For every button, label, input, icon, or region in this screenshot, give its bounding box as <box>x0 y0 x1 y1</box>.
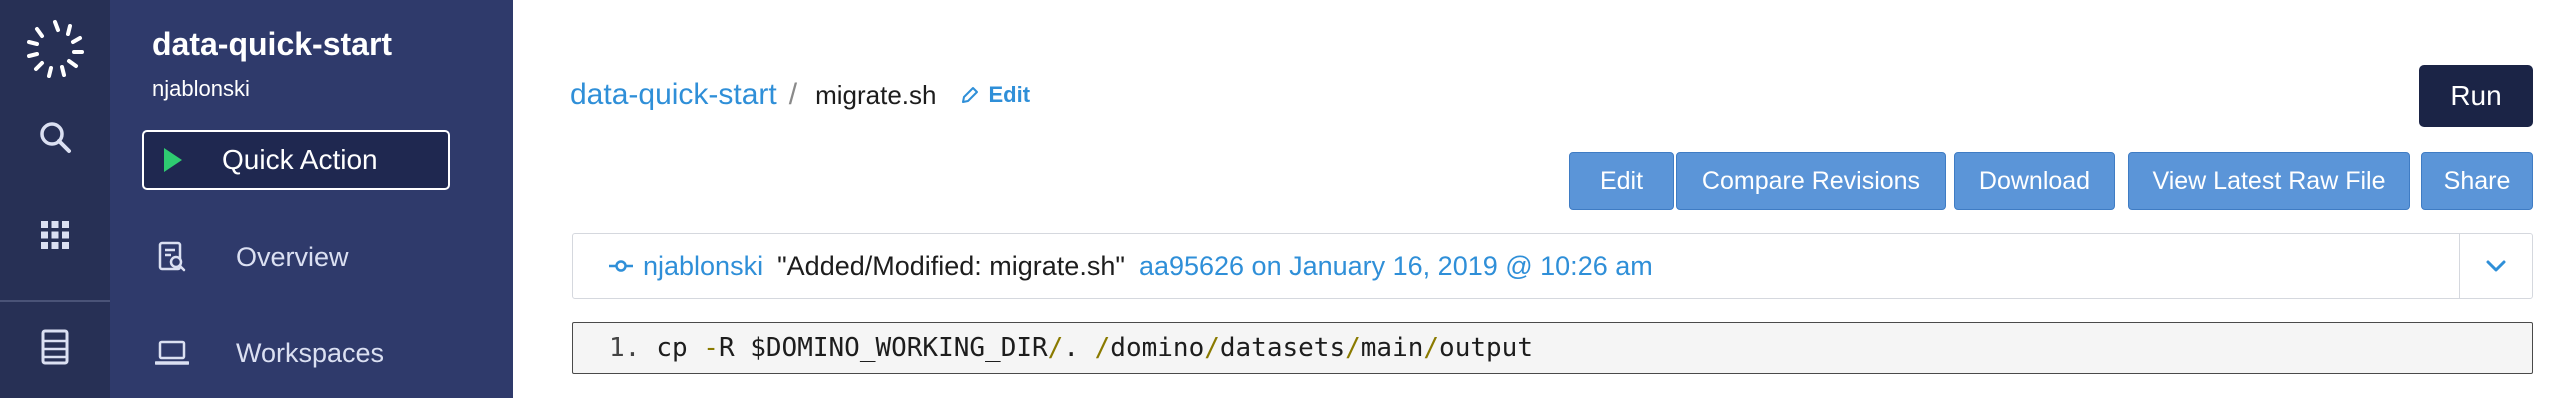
breadcrumb: data-quick-start / migrate.sh Edit <box>570 78 1030 112</box>
datasets-icon[interactable] <box>30 322 80 372</box>
code-viewer: 1. cp -R $DOMINO_WORKING_DIR/. /domino/d… <box>572 322 2533 374</box>
view-latest-raw-file-button[interactable]: View Latest Raw File <box>2128 152 2410 210</box>
project-sidebar: data-quick-start njablonski Quick Action… <box>110 0 513 398</box>
sidebar-item-label: Workspaces <box>236 337 385 368</box>
commit-icon <box>609 260 633 272</box>
edit-filename-label: Edit <box>988 82 1031 107</box>
commit-author-link[interactable]: njablonski <box>643 251 763 282</box>
project-owner: njablonski <box>152 76 250 101</box>
commit-info-bar: njablonski "Added/Modified: migrate.sh" … <box>572 233 2533 299</box>
commit-expand-toggle[interactable] <box>2459 234 2532 298</box>
edit-button[interactable]: Edit <box>1569 152 1674 210</box>
code-line: cp -R $DOMINO_WORKING_DIR/. /domino/data… <box>656 333 1533 363</box>
quick-action-label: Quick Action <box>222 144 378 175</box>
run-button[interactable]: Run <box>2419 65 2533 127</box>
play-icon <box>164 148 182 172</box>
apps-grid-icon[interactable] <box>30 210 80 260</box>
laptop-icon <box>152 333 192 373</box>
rail-divider <box>0 300 110 302</box>
share-button[interactable]: Share <box>2421 152 2533 210</box>
sidebar-item-workspaces[interactable]: Workspaces <box>152 328 384 378</box>
breadcrumb-file-name: migrate.sh <box>815 79 937 110</box>
edit-filename-link[interactable]: Edit <box>960 82 1030 108</box>
compare-revisions-button[interactable]: Compare Revisions <box>1676 152 1946 210</box>
project-title: data-quick-start <box>152 26 393 62</box>
chevron-down-icon <box>2486 260 2506 272</box>
search-icon[interactable] <box>30 112 80 162</box>
pencil-icon <box>962 87 979 103</box>
overview-icon <box>152 237 192 277</box>
commit-sha-link[interactable]: aa95626 on January 16, 2019 @ 10:26 am <box>1139 251 1653 282</box>
commit-message: "Added/Modified: migrate.sh" <box>777 250 1125 281</box>
global-nav-rail <box>0 0 110 398</box>
download-button[interactable]: Download <box>1954 152 2115 210</box>
sidebar-item-label: Overview <box>236 241 349 272</box>
domino-logo-icon[interactable] <box>22 16 88 82</box>
quick-action-button[interactable]: Quick Action <box>142 130 450 190</box>
breadcrumb-project-link[interactable]: data-quick-start <box>570 78 777 112</box>
breadcrumb-separator: / <box>788 78 798 111</box>
line-number: 1. <box>609 333 641 363</box>
sidebar-item-overview[interactable]: Overview <box>152 232 349 282</box>
